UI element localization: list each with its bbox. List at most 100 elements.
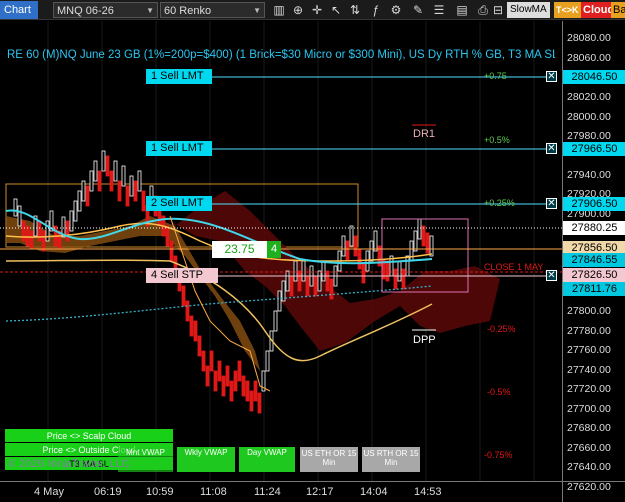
bear-brick <box>189 315 194 337</box>
bear-brick <box>361 262 366 284</box>
price-axis[interactable]: 28080.00 28060.00 28020.00 28000.00 27980.00… <box>562 21 625 493</box>
bull-brick <box>397 260 402 282</box>
bear-brick <box>205 365 210 387</box>
bear-brick <box>185 300 190 322</box>
strategies-icon[interactable]: ⚙ <box>387 2 405 18</box>
chart-grid <box>47 21 535 481</box>
bull-brick <box>129 175 134 197</box>
day-vwap-button[interactable]: Day VWAP <box>239 447 295 472</box>
data-box-icon[interactable]: ▤ <box>453 2 471 18</box>
sell-limit-order-3[interactable]: 2 Sell LMT <box>146 196 212 211</box>
bear-brick <box>237 360 242 382</box>
us-eth-or-button[interactable]: US ETH OR 15 Min <box>300 447 358 472</box>
bull-brick <box>113 160 118 182</box>
bear-brick <box>229 380 234 402</box>
bear-brick <box>249 390 254 412</box>
bull-brick <box>301 260 306 282</box>
bear-brick <box>85 185 90 207</box>
chart-panel[interactable]: RE 60 (M)NQ June 23 GB (1%=200p=$400) (1… <box>0 21 562 481</box>
bear-brick <box>41 230 46 252</box>
tk-button[interactable]: T<>K <box>554 2 581 18</box>
slowma-button[interactable]: SlowMA <box>507 2 550 18</box>
instrument-selector[interactable]: MNQ 06-26 ▼ <box>53 2 158 18</box>
price-marker: 28046.50 <box>563 70 625 84</box>
bull-brick <box>321 260 326 282</box>
renko-bricks <box>13 150 434 414</box>
bull-brick <box>277 290 282 312</box>
zoom-icon[interactable]: ⊕ <box>289 2 307 18</box>
time-label: 4 May <box>34 486 64 498</box>
bear-brick <box>357 248 362 270</box>
sell-stop-order[interactable]: 4 Sell STP <box>146 268 218 283</box>
sell-limit-order-2[interactable]: 1 Sell LMT <box>146 141 212 156</box>
bull-brick <box>341 235 346 257</box>
price-tick-label: 28080.00 <box>567 32 611 44</box>
bear-brick <box>241 375 246 397</box>
price-chart[interactable] <box>0 21 562 481</box>
bear-brick <box>193 320 198 342</box>
chart-tab[interactable]: Chart <box>0 1 38 19</box>
attach-icon[interactable]: ⊟ <box>489 2 507 18</box>
price-marker: 27906.50 <box>563 197 625 211</box>
pointer-icon[interactable]: ↖ <box>327 2 345 18</box>
sell-limit-order-1[interactable]: 1 Sell LMT <box>146 69 212 84</box>
bear-brick <box>421 225 426 247</box>
period-value: 60 Renko <box>164 5 212 17</box>
close-icon[interactable]: ✕ <box>546 143 557 154</box>
bull-brick <box>101 150 106 172</box>
crosshair-icon[interactable]: ✛ <box>308 2 326 18</box>
dpp-label: DPP <box>413 334 436 346</box>
bull-brick <box>349 225 354 247</box>
us-rth-or-button[interactable]: US RTH OR 15 Min <box>362 447 420 472</box>
position-quantity[interactable]: 4 <box>267 241 281 258</box>
close-icon[interactable]: ✕ <box>546 71 557 82</box>
bear-brick <box>165 225 170 247</box>
bar-button[interactable]: Ba <box>611 2 625 18</box>
bar-type-icon[interactable]: ▥ <box>270 2 288 18</box>
indicators-icon[interactable]: ƒ <box>367 2 385 18</box>
bear-brick <box>169 240 174 262</box>
close-icon[interactable]: ✕ <box>546 270 557 281</box>
price-marker: 27846.55 <box>563 253 625 267</box>
bull-brick <box>413 230 418 252</box>
level-label: -0.25% <box>487 324 516 334</box>
level-label: -0.5% <box>487 387 511 397</box>
copyright-text: © 2026 NinjaTrader, LLC <box>8 458 130 470</box>
bull-brick <box>77 190 82 212</box>
time-label: 11:08 <box>200 486 227 498</box>
bear-brick <box>221 375 226 397</box>
bull-brick <box>429 235 434 257</box>
bear-brick <box>37 220 42 242</box>
drawing-tools-icon[interactable]: ✎ <box>409 2 427 18</box>
bull-brick <box>81 180 86 202</box>
period-selector[interactable]: 60 Renko ▼ <box>160 2 265 18</box>
price-tick-label: 27800.00 <box>567 305 611 317</box>
bear-brick <box>209 350 214 372</box>
bull-brick <box>17 205 22 227</box>
time-axis[interactable]: 4 May 06:19 10:59 11:08 11:24 12:17 14:0… <box>0 481 562 502</box>
bear-brick <box>329 278 334 300</box>
bear-brick <box>213 370 218 392</box>
close-icon[interactable]: ✕ <box>546 198 557 209</box>
bear-brick <box>217 360 222 382</box>
bull-brick <box>285 270 290 292</box>
bear-brick <box>385 260 390 282</box>
bear-brick <box>425 232 430 254</box>
chevron-down-icon: ▼ <box>146 6 154 15</box>
bull-brick <box>273 310 278 332</box>
price-tick-label: 28060.00 <box>567 52 611 64</box>
bear-brick <box>125 185 130 207</box>
level-label: CLOSE 1 MAY <box>484 262 544 272</box>
chart-toolbar: Chart MNQ 06-26 ▼ 60 Renko ▼ ▥ ⊕ ✛ ↖ ⇅ ƒ… <box>0 0 625 20</box>
bull-brick <box>293 260 298 282</box>
time-label: 10:59 <box>146 486 174 498</box>
wkly-vwap-button[interactable]: Wkly VWAP <box>177 447 235 472</box>
bear-brick <box>325 270 330 292</box>
scroll-icon[interactable]: ⇅ <box>346 2 364 18</box>
position-pnl[interactable]: 23.75 <box>212 241 267 258</box>
axis-corner <box>562 481 625 502</box>
bear-brick <box>313 275 318 297</box>
properties-icon[interactable]: ☰ <box>430 2 448 18</box>
bear-brick <box>233 370 238 392</box>
scalp-cloud-button[interactable]: Price <> Scalp Cloud <box>5 429 173 442</box>
